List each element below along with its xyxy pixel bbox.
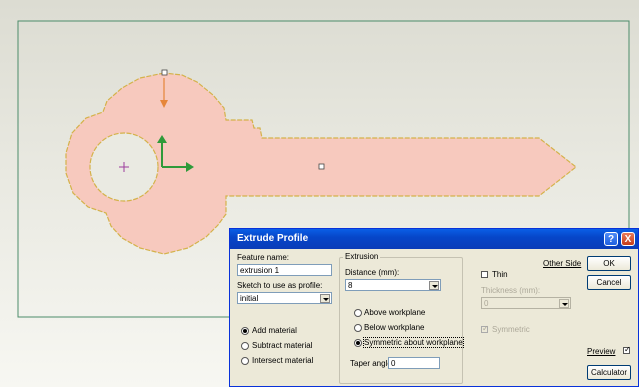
symmetric-checkbox[interactable] — [481, 324, 489, 333]
profile-vertex-handle-top[interactable] — [161, 69, 168, 76]
feature-name-input[interactable]: extrusion 1 — [237, 264, 332, 276]
thin-checkbox[interactable] — [481, 271, 488, 278]
subtract-material-radio[interactable] — [241, 342, 249, 350]
preview-checkbox[interactable] — [623, 345, 631, 354]
symmetric-workplane-label: Symmetric about workplane — [363, 337, 464, 348]
intersect-material-radio[interactable] — [241, 357, 249, 365]
preview-label: Preview — [587, 347, 616, 356]
above-workplane-radio[interactable] — [354, 309, 362, 317]
chevron-down-icon[interactable] — [429, 281, 439, 290]
ok-button[interactable]: OK — [587, 256, 631, 271]
chevron-down-icon[interactable] — [320, 294, 330, 303]
intersect-material-label: Intersect material — [252, 356, 314, 365]
help-icon[interactable]: ? — [604, 232, 618, 246]
extrusion-group-label: Extrusion — [343, 252, 381, 261]
calculator-button[interactable]: Calculator — [587, 365, 631, 380]
distance-select[interactable]: 8 — [345, 279, 441, 291]
distance-label: Distance (mm): — [345, 268, 400, 277]
subtract-material-label: Subtract material — [252, 341, 313, 350]
add-material-radio[interactable] — [241, 327, 249, 335]
dialog-title-bar[interactable]: Extrude Profile ? X — [230, 229, 638, 249]
symmetric-label: Symmetric — [492, 325, 530, 334]
thickness-select[interactable]: 0 — [481, 297, 571, 309]
sketch-profile-select[interactable]: initial — [237, 292, 332, 304]
feature-name-label: Feature name: — [237, 253, 290, 262]
above-workplane-label: Above workplane — [364, 308, 426, 317]
close-icon[interactable]: X — [621, 232, 635, 246]
sketch-profile-label: Sketch to use as profile: — [237, 281, 323, 290]
symmetric-workplane-radio[interactable] — [354, 339, 362, 347]
below-workplane-label: Below workplane — [364, 323, 425, 332]
other-side-button[interactable]: Other Side — [543, 259, 581, 268]
thickness-label: Thickness (mm): — [481, 286, 541, 295]
distance-value: 8 — [348, 281, 353, 290]
taper-angle-input[interactable]: 0 — [388, 357, 440, 369]
thin-label: Thin — [492, 270, 508, 279]
add-material-label: Add material — [252, 326, 297, 335]
below-workplane-radio[interactable] — [354, 324, 362, 332]
sketch-profile-value: initial — [240, 294, 259, 303]
extrude-profile-dialog[interactable]: Extrude Profile ? X Feature name: extrus… — [229, 228, 639, 387]
dialog-title: Extrude Profile — [237, 233, 309, 244]
profile-center-handle[interactable] — [318, 163, 325, 170]
thickness-value: 0 — [484, 299, 489, 308]
cancel-button[interactable]: Cancel — [587, 275, 631, 290]
chevron-down-icon[interactable] — [559, 299, 569, 308]
